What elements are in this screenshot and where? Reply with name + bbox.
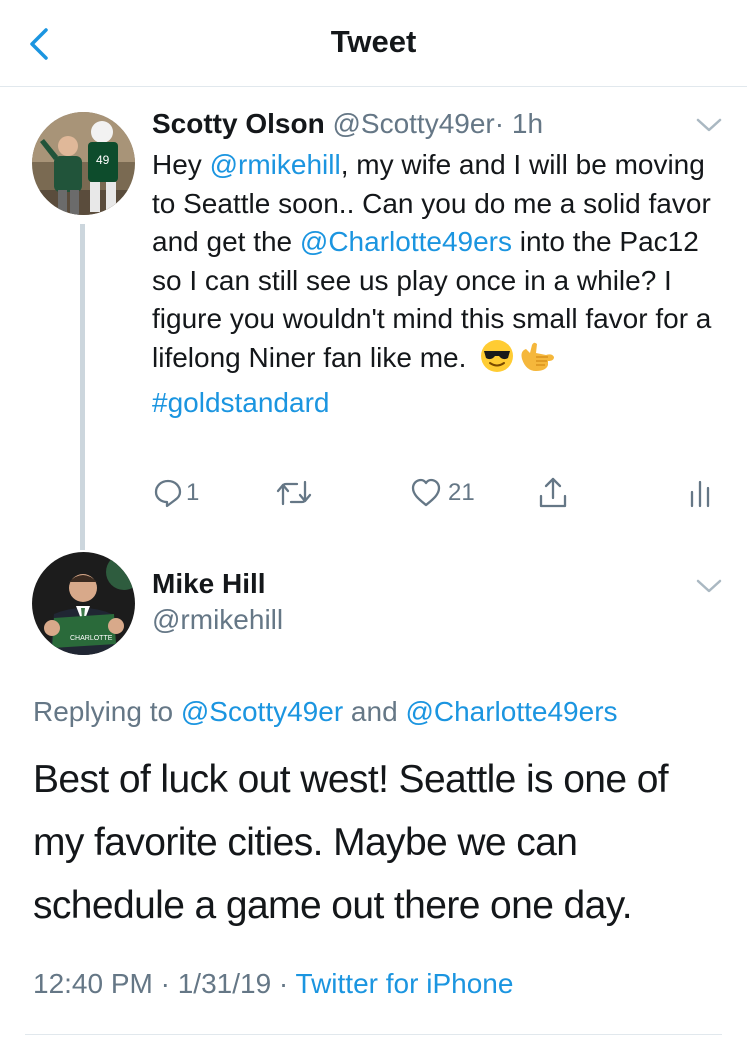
tweet-metadata: 12:40 PM · 1/31/19 · Twitter for iPhone	[33, 968, 513, 1000]
sunglasses-face-icon	[480, 339, 514, 384]
heart-icon	[411, 478, 441, 507]
avatar[interactable]: 49	[32, 112, 135, 215]
bar-chart-icon	[690, 480, 710, 508]
source-link[interactable]: Twitter for iPhone	[296, 968, 514, 999]
divider	[25, 1034, 722, 1035]
chevron-down-icon	[696, 579, 722, 593]
tweet-menu-button[interactable]	[694, 115, 724, 135]
reply-count: 1	[186, 479, 200, 506]
share-button[interactable]	[537, 476, 569, 510]
mention-link[interactable]: @Charlotte49ers	[300, 226, 512, 257]
mention-link[interactable]: @rmikehill	[210, 149, 341, 180]
author-handle[interactable]: @rmikehill	[152, 604, 283, 636]
reply-button[interactable]: 1	[153, 476, 199, 510]
analytics-button[interactable]	[688, 476, 712, 510]
tweet-text: Hey @rmikehill, my wife and I will be mo…	[152, 149, 712, 418]
page-title: Tweet	[330, 24, 417, 59]
mention-link[interactable]: @Scotty49er	[181, 696, 343, 727]
svg-text:49: 49	[96, 153, 110, 167]
tweet-text: Best of luck out west! Seattle is one of…	[33, 758, 669, 927]
avatar[interactable]: CHARLOTTE	[32, 552, 135, 655]
like-button[interactable]: 21	[410, 476, 475, 510]
share-icon	[539, 477, 567, 508]
replying-to: Replying to @Scotty49er and @Charlotte49…	[33, 696, 618, 727]
author-name[interactable]: Scotty Olson	[152, 108, 325, 139]
author-handle[interactable]: @Scotty49er· 1h	[332, 108, 543, 139]
retweet-icon	[276, 480, 312, 506]
chevron-down-icon	[696, 118, 722, 132]
thread-connector	[80, 224, 85, 550]
like-count: 21	[448, 479, 475, 506]
author-name[interactable]: Mike Hill	[152, 568, 266, 600]
svg-text:CHARLOTTE: CHARLOTTE	[70, 635, 113, 642]
mention-link[interactable]: @Charlotte49ers	[405, 696, 617, 727]
hashtag-link[interactable]: #goldstandard	[152, 387, 329, 418]
retweet-button[interactable]	[275, 476, 313, 510]
tweet-author[interactable]: Scotty Olson @Scotty49er· 1h	[152, 108, 543, 140]
call-me-hand-icon	[518, 339, 556, 384]
reply-icon	[154, 479, 182, 508]
tweet-time: · 1h	[494, 108, 544, 139]
tweet-timestamp: 12:40 PM · 1/31/19 ·	[33, 968, 296, 999]
tweet-menu-button[interactable]	[694, 576, 724, 596]
